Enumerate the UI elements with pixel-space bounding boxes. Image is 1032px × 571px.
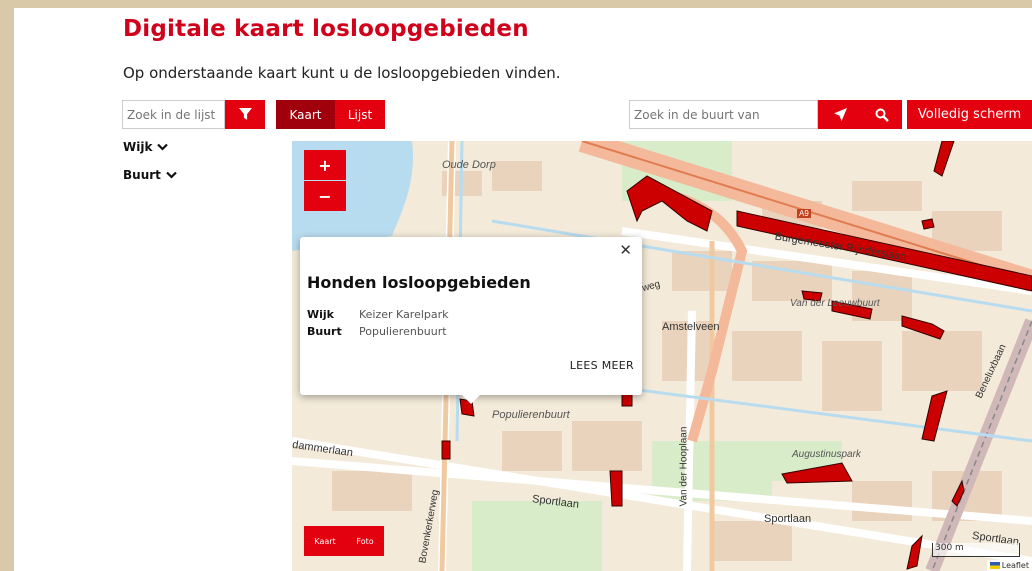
buurt-search-input[interactable] [629,100,818,129]
layer-foto-button[interactable]: Foto [356,537,373,546]
popup-value: Populierenbuurt [359,325,447,338]
popup-key: Wijk [307,308,334,321]
zoom-out-button[interactable]: − [304,181,346,211]
filter-icon [238,108,252,120]
locate-button[interactable] [818,100,862,129]
map-popup: ✕ Honden losloopgebieden Wijk Keizer Kar… [300,237,642,395]
page-subtitle: Op onderstaande kaart kunt u de losloopg… [123,64,561,82]
map-view[interactable]: Oude Dorp Amstelveen Populierenbuurt Van… [292,141,1032,571]
chevron-down-icon [166,171,177,179]
popup-row-buurt: Buurt Populierenbuurt [307,325,447,338]
popup-tip [462,395,480,404]
tab-lijst[interactable]: Lijst [335,100,385,129]
layer-switch[interactable]: Kaart Foto [304,526,384,556]
map-label-van-der-hooplaan: Van der Hooplaan [678,426,690,507]
tab-kaart[interactable]: Kaart [276,100,335,129]
layer-kaart-button[interactable]: Kaart [314,537,335,546]
attribution-label[interactable]: Leaflet [1002,561,1029,570]
search-icon [875,108,889,122]
map-label-augustinuspark: Augustinuspark [792,449,861,460]
list-search-input[interactable] [122,100,225,129]
page-title: Digitale kaart losloopgebieden [123,16,529,42]
filter-button[interactable] [225,100,265,129]
filter-buurt-label: Buurt [123,168,161,182]
map-label-oude-dorp: Oude Dorp [442,159,496,171]
chevron-down-icon [157,143,169,151]
zoom-in-button[interactable]: + [304,150,346,180]
scale-bar: 300 m [932,543,1020,557]
map-attribution[interactable]: Leaflet [986,560,1032,571]
map-label-amstelveen: Amstelveen [662,321,720,333]
filter-wijk-label: Wijk [123,140,153,154]
map-label-van-der-leeuwbuurt: Van der Leeuwbuurt [790,298,880,309]
popup-title: Honden losloopgebieden [307,273,531,292]
filter-wijk[interactable]: Wijk [123,140,169,154]
lees-meer-link[interactable]: LEES MEER [570,359,634,372]
close-icon[interactable]: ✕ [619,241,632,259]
popup-row-wijk: Wijk Keizer Karelpark [307,308,449,321]
map-label-populierenbuurt: Populierenbuurt [492,409,570,421]
filter-buurt[interactable]: Buurt [123,168,177,182]
flag-icon [989,562,1000,569]
fullscreen-button[interactable]: Volledig scherm [907,100,1032,129]
popup-key: Buurt [307,325,342,338]
map-label-a9: A9 [797,209,811,218]
location-arrow-icon [833,108,847,121]
page: Digitale kaart losloopgebieden Op onders… [14,8,1032,571]
popup-value: Keizer Karelpark [359,308,449,321]
map-label-sportlaan-2: Sportlaan [764,513,812,525]
search-button[interactable] [862,100,902,129]
